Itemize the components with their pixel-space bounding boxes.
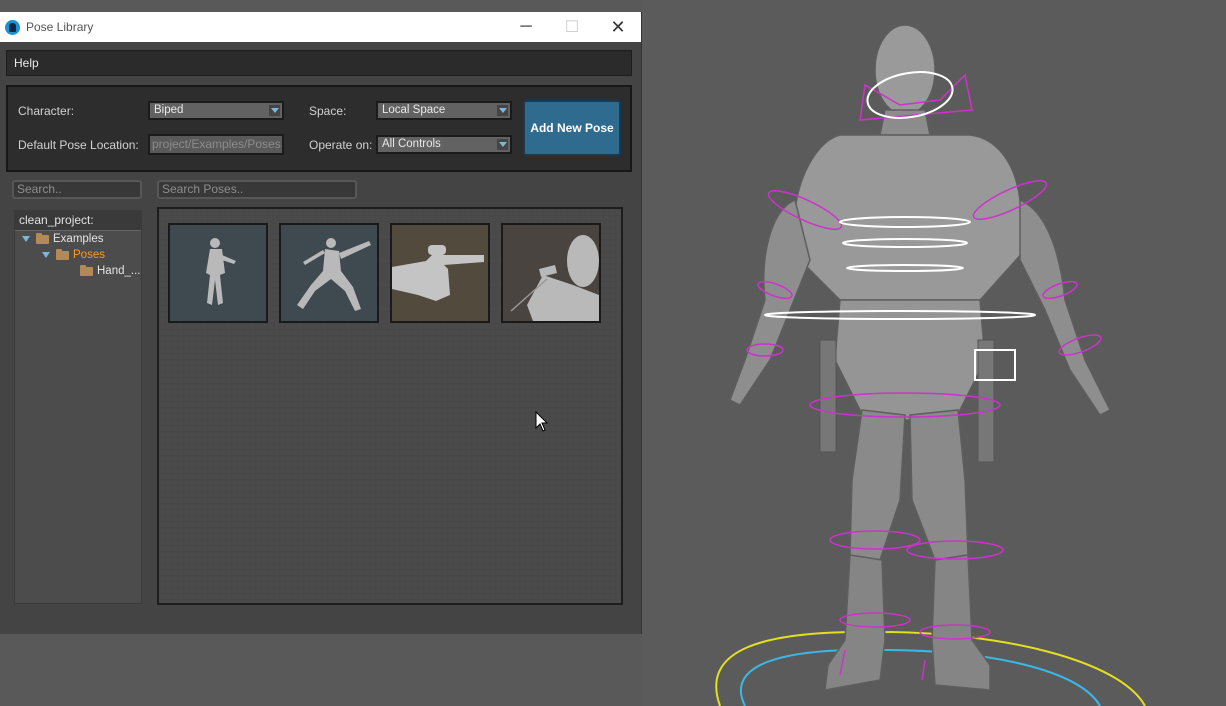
settings-panel: Character: Biped Space: Local Space Defa…: [6, 85, 632, 172]
space-label: Space:: [309, 104, 347, 118]
pose-thumbnail-pointing-hand[interactable]: [390, 223, 490, 323]
add-new-pose-button[interactable]: Add New Pose: [523, 100, 621, 156]
chevron-down-icon: [497, 139, 508, 150]
pose-library-window: Pose Library ─ ☐ ✕ Help Character: Biped…: [0, 12, 642, 634]
folder-icon: [36, 232, 49, 244]
3d-viewport[interactable]: [642, 0, 1226, 706]
space-dropdown-value: Local Space: [382, 104, 446, 116]
expand-arrow-icon[interactable]: [42, 252, 50, 258]
tree-item-poses[interactable]: Poses: [42, 247, 105, 263]
tree-item-label: Poses: [73, 249, 105, 261]
pose-search-input[interactable]: Search Poses..: [157, 180, 357, 199]
pose-location-value: project/Examples/Poses: [152, 137, 281, 151]
chevron-down-icon: [497, 105, 508, 116]
pose-thumbnail-leaping-gun[interactable]: [279, 223, 379, 323]
tree-header: clean_project:: [15, 211, 141, 231]
mouse-cursor-icon: [535, 411, 549, 432]
menu-bar: Help: [6, 50, 632, 76]
pose-thumbnail-standing-gun[interactable]: [168, 223, 268, 323]
ground-control-yellow: [715, 630, 1146, 706]
app-icon: [5, 19, 20, 35]
ground-control-cyan: [739, 648, 1101, 706]
maximize-button[interactable]: ☐: [549, 12, 595, 42]
character-dropdown-value: Biped: [154, 104, 184, 116]
folder-icon: [56, 248, 69, 260]
space-dropdown[interactable]: Local Space: [376, 101, 512, 120]
operate-on-dropdown-value: All Controls: [382, 138, 441, 150]
tree-item-label: Examples: [53, 233, 104, 245]
poses-grid: [157, 207, 623, 605]
window-title: Pose Library: [26, 20, 94, 34]
character-label: Character:: [18, 104, 75, 118]
pose-location-field[interactable]: project/Examples/Poses: [148, 134, 284, 155]
folder-tree: clean_project: Examples Poses Hand_...: [14, 210, 142, 604]
character-rig-render: [715, 24, 1146, 706]
character-mesh: [729, 24, 1112, 691]
operate-on-dropdown[interactable]: All Controls: [376, 135, 512, 154]
tree-item-label: Hand_...: [97, 265, 141, 277]
tree-item-examples[interactable]: Examples: [22, 231, 104, 247]
menu-help[interactable]: Help: [14, 56, 39, 70]
character-dropdown[interactable]: Biped: [148, 101, 284, 120]
operate-on-label: Operate on:: [309, 138, 373, 152]
folder-icon: [80, 264, 93, 276]
pose-location-label: Default Pose Location:: [18, 138, 139, 152]
chevron-down-icon: [269, 105, 280, 116]
folder-search-input[interactable]: Search..: [12, 180, 142, 199]
pose-thumbnail-crouch-closeup[interactable]: [501, 223, 601, 323]
expand-arrow-icon[interactable]: [22, 236, 30, 242]
close-button[interactable]: ✕: [595, 12, 641, 42]
tree-item-hand[interactable]: Hand_...: [80, 263, 140, 279]
minimize-button[interactable]: ─: [503, 12, 549, 42]
title-bar[interactable]: Pose Library ─ ☐ ✕: [0, 12, 641, 42]
